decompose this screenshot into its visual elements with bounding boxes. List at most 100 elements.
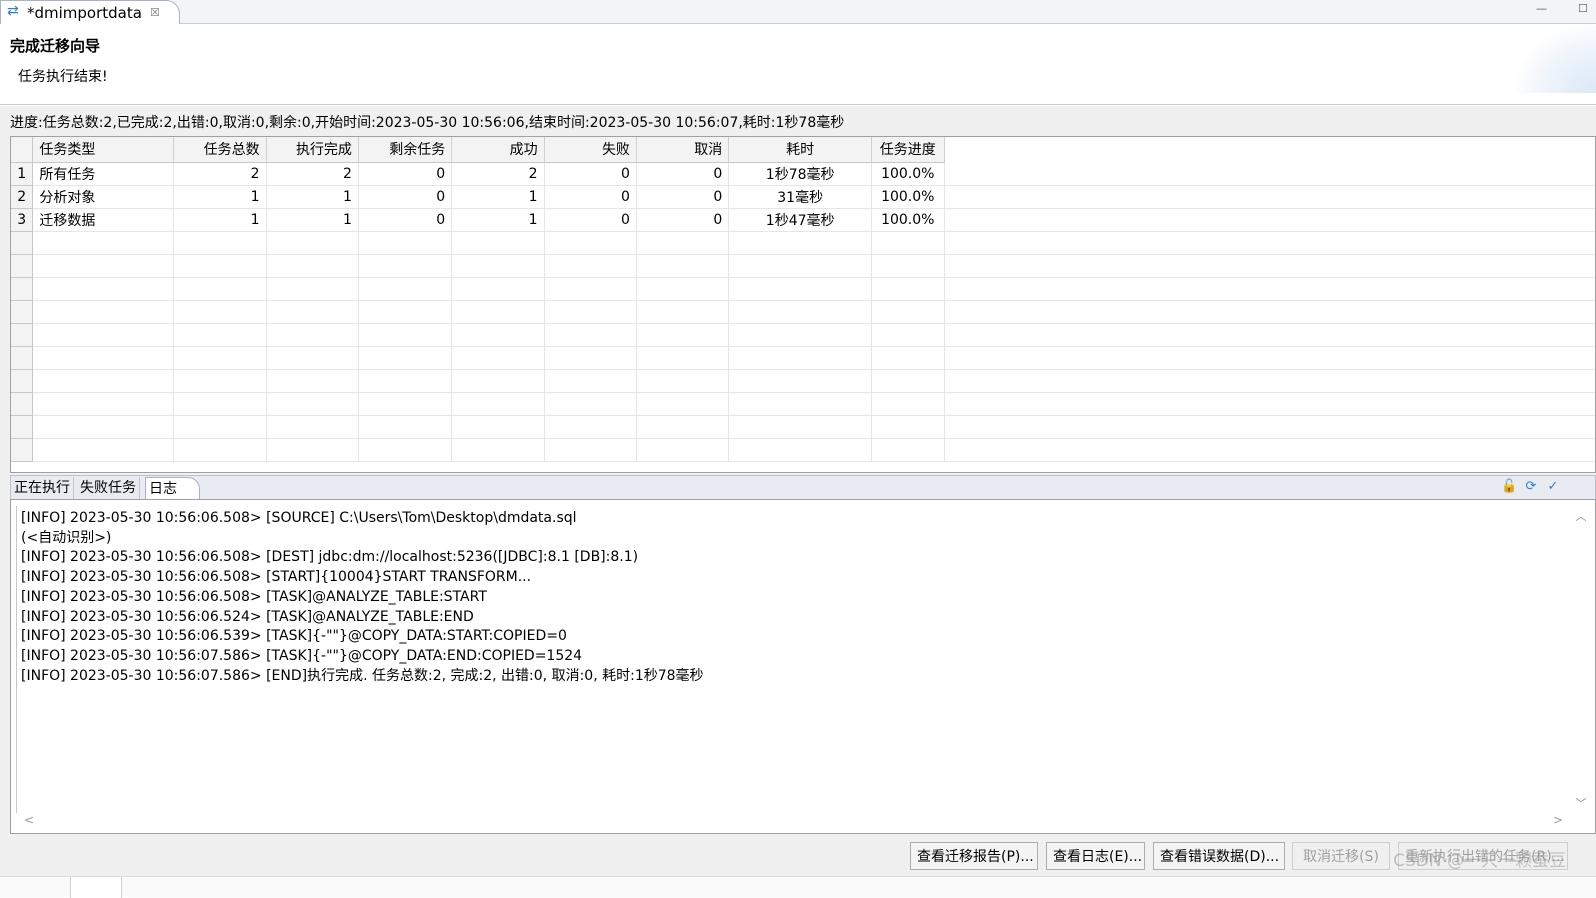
log-line: [INFO] 2023-05-30 10:56:06.508> [SOURCE]… <box>21 510 577 526</box>
table-cell <box>358 277 453 301</box>
table-cell: 1秒47毫秒 <box>728 208 873 232</box>
scroll-down-icon[interactable]: ﹀ <box>1571 795 1591 811</box>
table-cell <box>728 277 873 301</box>
table-cell <box>451 392 545 416</box>
table-cell <box>173 415 267 439</box>
table-header-row: 任务类型 任务总数 执行完成 剩余任务 成功 失败 取消 耗时 任务进度 <box>11 137 1595 163</box>
close-icon[interactable]: ☒ <box>150 6 160 19</box>
table-cell <box>544 369 637 393</box>
column-header[interactable]: 取消 <box>636 137 730 163</box>
table-row[interactable]: 2 分析对象 1 1 0 1 0 0 31毫秒 100.0% <box>11 185 1595 209</box>
vertical-scrollbar[interactable]: ︿ ﹀ <box>1571 506 1591 813</box>
table-cell <box>451 438 545 462</box>
table-cell <box>173 369 267 393</box>
table-row[interactable] <box>11 231 1595 255</box>
table-cell <box>636 300 730 324</box>
task-table[interactable]: 任务类型 任务总数 执行完成 剩余任务 成功 失败 取消 耗时 任务进度 1 所有… <box>10 136 1596 473</box>
table-cell: 0 <box>358 162 453 186</box>
unlock-icon[interactable]: 🔓 <box>1501 479 1517 495</box>
table-cell <box>358 300 453 324</box>
table-row[interactable] <box>11 300 1595 324</box>
row-number: 1 <box>11 162 34 186</box>
row-number <box>11 438 34 462</box>
tab-log[interactable]: 日志 <box>145 477 200 499</box>
table-cell: 0 <box>544 185 637 209</box>
maximize-icon[interactable]: ☐ <box>1578 2 1588 15</box>
table-cell <box>266 300 359 324</box>
table-row[interactable] <box>11 415 1595 439</box>
table-cell <box>871 369 945 393</box>
clear-icon[interactable]: ✓ <box>1545 479 1561 495</box>
table-row[interactable] <box>11 392 1595 416</box>
table-cell <box>266 254 359 278</box>
bottom-tab-strip <box>0 876 1596 898</box>
tab-running[interactable]: 正在执行 <box>11 477 74 499</box>
wizard-header: 完成迁移向导 任务执行结束! <box>0 25 1596 105</box>
log-tabbar: 正在执行 失败任务 日志 🔓 ⟳ ✓ <box>10 475 1596 499</box>
table-cell <box>544 277 637 301</box>
column-header[interactable]: 耗时 <box>728 137 873 163</box>
view-log-button[interactable]: 查看日志(E)... <box>1046 842 1145 870</box>
scroll-up-icon[interactable]: ︿ <box>1571 508 1591 524</box>
column-header[interactable]: 失败 <box>544 137 637 163</box>
column-header[interactable]: 剩余任务 <box>358 137 453 163</box>
row-filler <box>944 392 1595 416</box>
table-cell <box>173 254 267 278</box>
minimize-icon[interactable]: — <box>1536 2 1547 15</box>
table-cell <box>358 231 453 255</box>
wizard-body: 进度:任务总数:2,已完成:2,出错:0,取消:0,剩余:0,开始时间:2023… <box>0 106 1596 898</box>
row-number <box>11 277 34 301</box>
bottom-tab-stub[interactable] <box>70 877 122 898</box>
table-row[interactable]: 3 迁移数据 1 1 0 1 0 0 1秒47毫秒 100.0% <box>11 208 1595 232</box>
column-header[interactable]: 任务总数 <box>173 137 267 163</box>
table-cell <box>451 254 545 278</box>
table-cell <box>173 231 267 255</box>
cancel-migration-button[interactable]: 取消迁移(S) <box>1292 842 1390 870</box>
row-filler <box>944 438 1595 462</box>
column-header[interactable]: 任务类型 <box>32 137 175 163</box>
table-row[interactable] <box>11 323 1595 347</box>
table-row[interactable] <box>11 369 1595 393</box>
table-cell <box>871 346 945 370</box>
column-header[interactable]: 任务进度 <box>871 137 945 163</box>
table-cell <box>544 254 637 278</box>
table-cell: 0 <box>636 185 730 209</box>
log-text[interactable]: [INFO] 2023-05-30 10:56:06.508> [SOURCE]… <box>16 506 1565 813</box>
horizontal-scrollbar[interactable]: < > <box>16 813 1565 831</box>
table-cell <box>728 415 873 439</box>
log-line: [INFO] 2023-05-30 10:56:07.586> [END]执行完… <box>21 667 704 684</box>
table-cell <box>266 369 359 393</box>
table-cell <box>173 300 267 324</box>
table-row[interactable] <box>11 254 1595 278</box>
table-cell: 0 <box>636 208 730 232</box>
table-cell <box>636 438 730 462</box>
table-cell <box>173 438 267 462</box>
table-cell: 2 <box>266 162 359 186</box>
scroll-right-icon[interactable]: > <box>1553 813 1563 827</box>
editor-tab-dmimportdata[interactable]: *dmimportdata ☒ <box>0 0 180 24</box>
table-row[interactable] <box>11 277 1595 301</box>
table-cell <box>32 346 175 370</box>
row-number-header <box>11 137 34 163</box>
table-row[interactable]: 1 所有任务 2 2 0 2 0 0 1秒78毫秒 100.0% <box>11 162 1595 186</box>
column-header[interactable]: 执行完成 <box>266 137 359 163</box>
scroll-left-icon[interactable]: < <box>24 813 34 827</box>
view-report-button[interactable]: 查看迁移报告(P)... <box>910 842 1038 870</box>
header-filler <box>944 137 1595 162</box>
table-cell <box>728 346 873 370</box>
log-line: [INFO] 2023-05-30 10:56:06.508> [START]{… <box>21 569 532 586</box>
log-pane[interactable]: [INFO] 2023-05-30 10:56:06.508> [SOURCE]… <box>10 499 1596 834</box>
row-filler <box>944 185 1595 209</box>
row-filler <box>944 346 1595 370</box>
table-row[interactable] <box>11 346 1595 370</box>
tab-failed[interactable]: 失败任务 <box>77 477 140 499</box>
view-error-data-button[interactable]: 查看错误数据(D)... <box>1153 842 1285 870</box>
refresh-icon[interactable]: ⟳ <box>1523 479 1539 495</box>
row-filler <box>944 415 1595 439</box>
log-line: [INFO] 2023-05-30 10:56:06.539> [TASK]{-… <box>21 628 567 645</box>
table-row[interactable] <box>11 438 1595 462</box>
row-number <box>11 369 34 393</box>
row-number <box>11 323 34 347</box>
column-header[interactable]: 成功 <box>451 137 545 163</box>
table-cell <box>32 438 175 462</box>
